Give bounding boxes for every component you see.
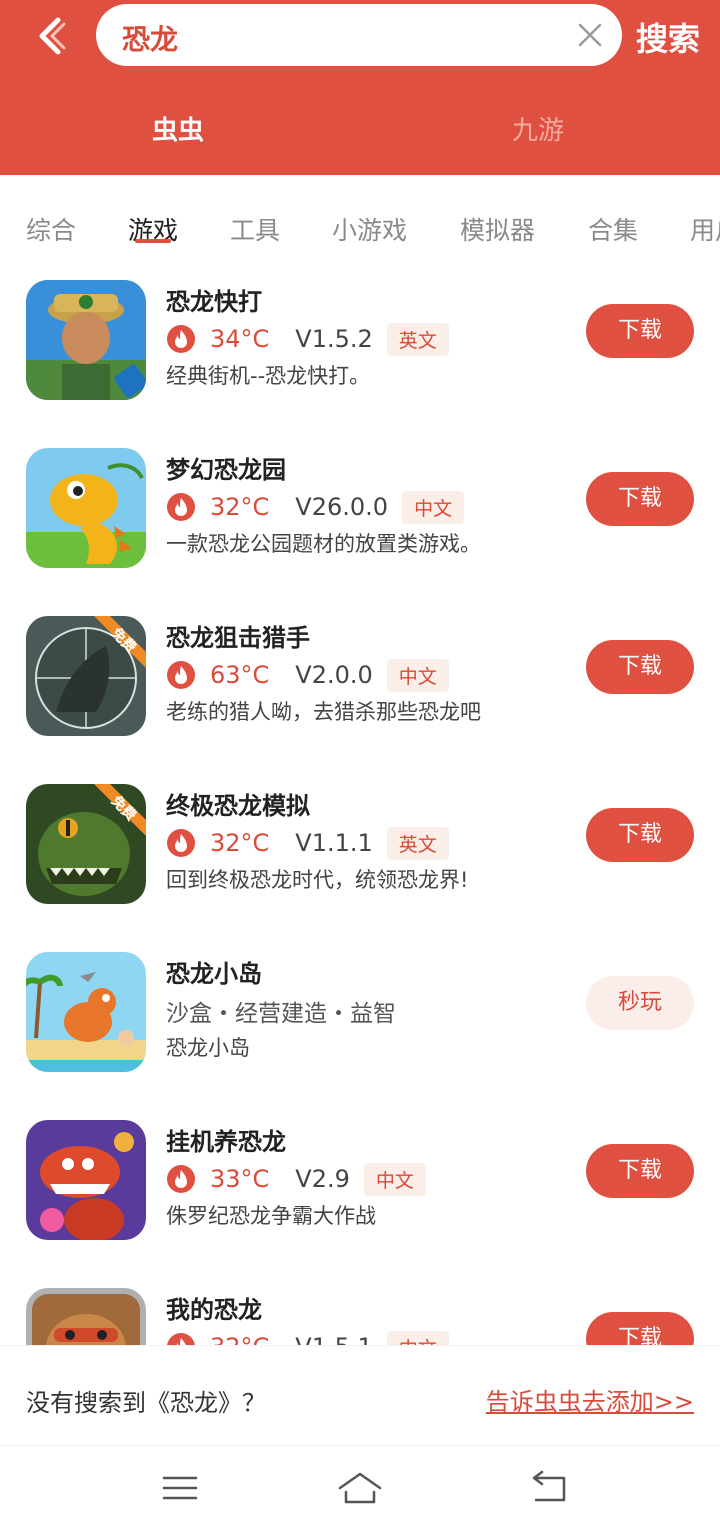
flame-icon bbox=[167, 661, 195, 689]
version: V2.0.0 bbox=[295, 661, 373, 689]
clear-search-button[interactable] bbox=[574, 19, 606, 51]
game-description: 恐龙小岛 bbox=[166, 1036, 250, 1060]
category-tab-all[interactable]: 综合 bbox=[26, 211, 76, 247]
category-tab-minigames[interactable]: 小游戏 bbox=[332, 211, 407, 247]
download-button[interactable]: 下载 bbox=[586, 1144, 694, 1198]
language-badge: 英文 bbox=[386, 826, 449, 860]
instant-play-button[interactable]: 秒玩 bbox=[586, 976, 694, 1030]
menu-button[interactable] bbox=[156, 1468, 204, 1508]
game-name: 恐龙快打 bbox=[166, 288, 262, 316]
back-button[interactable] bbox=[28, 12, 76, 60]
game-description: 回到终极恐龙时代，统领恐龙界! bbox=[166, 868, 469, 892]
back-arrow-icon bbox=[39, 17, 66, 55]
download-button[interactable]: 下载 bbox=[586, 304, 694, 358]
game-icon bbox=[26, 280, 146, 400]
return-icon bbox=[532, 1470, 566, 1502]
game-meta: 32°C V1.5.1 中文 bbox=[166, 1330, 449, 1345]
red-trex-icon bbox=[26, 1120, 146, 1240]
list-item[interactable]: 我的恐龙 32°C V1.5.1 中文 下载 bbox=[0, 1278, 720, 1345]
dinosaur-icon bbox=[26, 448, 146, 568]
game-meta: 63°C V2.0.0 中文 bbox=[166, 658, 449, 692]
search-input[interactable]: 恐龙 bbox=[96, 4, 622, 66]
soldier-character-icon bbox=[26, 280, 146, 400]
game-icon bbox=[26, 1120, 146, 1240]
language-badge: 中文 bbox=[402, 490, 465, 524]
version: V2.9 bbox=[295, 1165, 350, 1193]
tab-jiuyou[interactable]: 九游 bbox=[512, 110, 564, 147]
island-dinosaur-icon bbox=[26, 952, 146, 1072]
heat-value: 33°C bbox=[210, 1165, 270, 1193]
heat-value: 32°C bbox=[210, 1333, 269, 1345]
language-badge: 中文 bbox=[363, 1162, 426, 1196]
language-badge: 中文 bbox=[386, 1330, 449, 1345]
list-item[interactable]: 恐龙快打 34°C V1.5.2 英文 经典街机--恐龙快打。 下载 bbox=[0, 270, 720, 438]
game-meta: 33°C V2.9 中文 bbox=[166, 1162, 426, 1196]
not-found-text: 没有搜索到《恐龙》？ bbox=[26, 1389, 266, 1417]
flame-icon bbox=[167, 493, 195, 521]
language-badge: 中文 bbox=[386, 658, 449, 692]
list-item[interactable]: 免费 恐龙狙击猎手 63°C V2.0.0 中文 老练的猎人呦，去猎杀那些恐龙吧… bbox=[0, 606, 720, 774]
list-item[interactable]: 恐龙小岛 沙盒・经营建造・益智 恐龙小岛 秒玩 bbox=[0, 942, 720, 1110]
home-icon bbox=[338, 1472, 382, 1504]
language-badge: 英文 bbox=[386, 322, 449, 356]
category-tab-collections[interactable]: 合集 bbox=[588, 211, 638, 247]
search-query: 恐龙 bbox=[122, 23, 179, 56]
game-meta: 32°C V1.1.1 英文 bbox=[166, 826, 449, 860]
game-icon: 免费 bbox=[26, 616, 146, 736]
heat-value: 32°C bbox=[210, 493, 270, 521]
list-item[interactable]: 挂机养恐龙 33°C V2.9 中文 侏罗纪恐龙争霸大作战 下载 bbox=[0, 1110, 720, 1278]
heat-value: 34°C bbox=[210, 325, 270, 353]
game-name: 挂机养恐龙 bbox=[166, 1128, 286, 1156]
download-button[interactable]: 下载 bbox=[586, 640, 694, 694]
download-button[interactable]: 下载 bbox=[586, 808, 694, 862]
game-tags: 沙盒・经营建造・益智 bbox=[166, 1001, 396, 1027]
heat-value: 63°C bbox=[210, 661, 270, 689]
game-icon bbox=[26, 952, 146, 1072]
back-nav-button[interactable] bbox=[524, 1468, 572, 1508]
game-name: 恐龙狙击猎手 bbox=[166, 624, 310, 652]
flame-icon bbox=[167, 1333, 195, 1345]
active-tab-indicator bbox=[135, 239, 171, 243]
game-icon bbox=[26, 1288, 146, 1345]
game-name: 梦幻恐龙园 bbox=[166, 456, 286, 484]
not-found-prompt: 没有搜索到《恐龙》？ 告诉虫虫去添加>> bbox=[0, 1345, 720, 1445]
game-description: 侏罗纪恐龙争霸大作战 bbox=[166, 1204, 376, 1228]
game-name: 终极恐龙模拟 bbox=[166, 792, 310, 820]
home-button[interactable] bbox=[336, 1468, 384, 1508]
heat-value: 32°C bbox=[210, 829, 270, 857]
game-description: 经典街机--恐龙快打。 bbox=[166, 364, 371, 388]
game-description: 老练的猎人呦，去猎杀那些恐龙吧 bbox=[166, 700, 481, 724]
request-add-link[interactable]: 告诉虫虫去添加>> bbox=[486, 1382, 694, 1417]
game-name: 我的恐龙 bbox=[166, 1296, 262, 1324]
category-tab-tools[interactable]: 工具 bbox=[230, 211, 280, 247]
list-item[interactable]: 梦幻恐龙园 32°C V26.0.0 中文 一款恐龙公园题材的放置类游戏。 下载 bbox=[0, 438, 720, 606]
game-icon bbox=[26, 448, 146, 568]
results-panel: 综合 游戏 工具 小游戏 模拟器 合集 用户 恐龙快打 bbox=[0, 175, 720, 1445]
download-button[interactable]: 下载 bbox=[586, 472, 694, 526]
version: V1.5.2 bbox=[295, 325, 373, 353]
flame-icon bbox=[167, 1165, 195, 1193]
download-button[interactable]: 下载 bbox=[586, 1312, 694, 1345]
game-icon: 免费 bbox=[26, 784, 146, 904]
game-description: 一款恐龙公园题材的放置类游戏。 bbox=[166, 532, 481, 556]
close-icon bbox=[578, 23, 602, 47]
version: V1.5.1 bbox=[295, 1333, 372, 1345]
search-button[interactable]: 搜索 bbox=[636, 14, 700, 60]
flame-icon bbox=[167, 325, 195, 353]
dinosaur-face-icon bbox=[26, 1288, 146, 1345]
game-meta: 32°C V26.0.0 中文 bbox=[166, 490, 465, 524]
flame-icon bbox=[167, 829, 195, 857]
category-tab-users[interactable]: 用户 bbox=[690, 211, 720, 247]
category-tab-emulators[interactable]: 模拟器 bbox=[460, 211, 535, 247]
search-header: 恐龙 搜索 虫虫 九游 bbox=[0, 0, 720, 175]
menu-icon bbox=[162, 1476, 198, 1500]
tab-chongchong[interactable]: 虫虫 bbox=[152, 110, 204, 147]
list-item[interactable]: 免费 终极恐龙模拟 32°C V1.1.1 英文 回到终极恐龙时代，统领恐龙界!… bbox=[0, 774, 720, 942]
game-meta: 34°C V1.5.2 英文 bbox=[166, 322, 449, 356]
game-list: 恐龙快打 34°C V1.5.2 英文 经典街机--恐龙快打。 下载 梦幻恐龙园… bbox=[0, 270, 720, 1345]
game-name: 恐龙小岛 bbox=[166, 960, 262, 988]
system-nav-bar bbox=[0, 1445, 720, 1530]
version: V1.1.1 bbox=[295, 829, 373, 857]
version: V26.0.0 bbox=[295, 493, 389, 521]
